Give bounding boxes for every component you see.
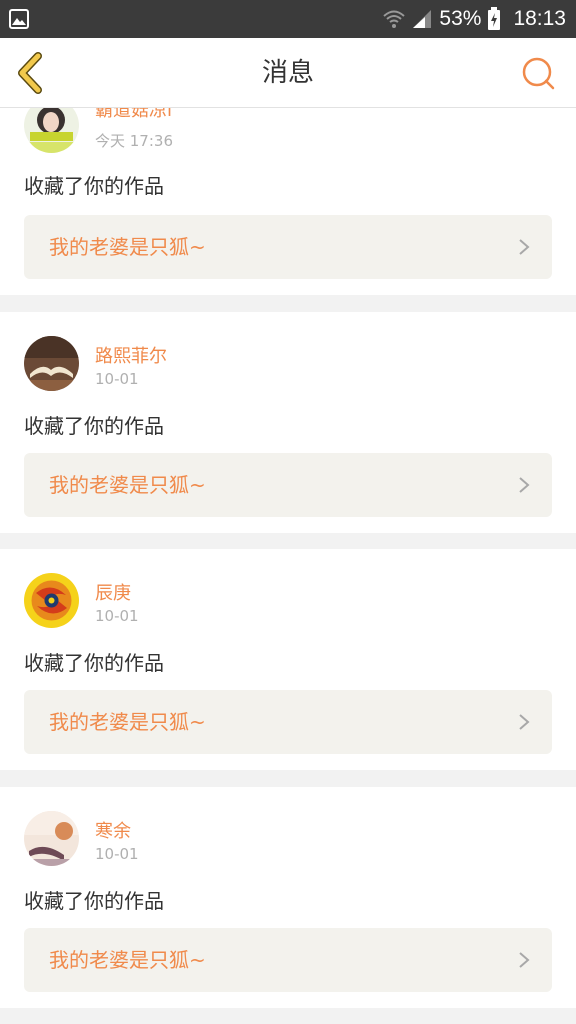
work-title: 我的老婆是只狐~ bbox=[49, 710, 206, 734]
avatar[interactable] bbox=[24, 573, 79, 628]
gallery-icon bbox=[9, 9, 29, 29]
user-name[interactable]: 路熙菲尔 bbox=[95, 342, 167, 368]
chevron-right-icon bbox=[519, 239, 530, 255]
avatar[interactable] bbox=[24, 108, 79, 153]
work-title: 我的老婆是只狐~ bbox=[49, 948, 206, 972]
work-title: 我的老婆是只狐~ bbox=[49, 473, 206, 497]
work-link[interactable]: 我的老婆是只狐~ bbox=[24, 928, 552, 992]
page-title: 消息 bbox=[261, 58, 314, 88]
message-card: 霸道菇凉i 今天 17:36 收藏了你的作品 我的老婆是只狐~ bbox=[0, 108, 576, 295]
wifi-icon bbox=[383, 10, 406, 28]
user-name[interactable]: 辰庚 bbox=[95, 579, 131, 605]
action-text: 收藏了你的作品 bbox=[24, 889, 164, 913]
chevron-right-icon bbox=[519, 952, 530, 968]
avatar[interactable] bbox=[24, 811, 79, 866]
message-time: 10-01 bbox=[95, 607, 139, 625]
message-time: 今天 17:36 bbox=[95, 132, 173, 150]
message-card: 寒余 10-01 收藏了你的作品 我的老婆是只狐~ bbox=[0, 787, 576, 1008]
battery-percent: 53% bbox=[439, 7, 482, 30]
clock: 18:13 bbox=[513, 7, 566, 30]
chevron-left-icon[interactable] bbox=[10, 48, 54, 98]
avatar[interactable] bbox=[24, 336, 79, 391]
work-link[interactable]: 我的老婆是只狐~ bbox=[24, 453, 552, 517]
chevron-right-icon bbox=[519, 714, 530, 730]
message-time: 10-01 bbox=[95, 845, 139, 863]
message-card: 辰庚 10-01 收藏了你的作品 我的老婆是只狐~ bbox=[0, 549, 576, 770]
message-card: 路熙菲尔 10-01 收藏了你的作品 我的老婆是只狐~ bbox=[0, 312, 576, 533]
chevron-right-icon bbox=[519, 477, 530, 493]
work-title: 我的老婆是只狐~ bbox=[49, 235, 206, 259]
search-icon[interactable] bbox=[520, 55, 556, 91]
action-text: 收藏了你的作品 bbox=[24, 174, 164, 198]
action-text: 收藏了你的作品 bbox=[24, 414, 164, 438]
header: 消息 bbox=[0, 38, 576, 108]
status-bar: 53% 18:13 bbox=[0, 0, 576, 38]
message-time: 10-01 bbox=[95, 370, 139, 388]
work-link[interactable]: 我的老婆是只狐~ bbox=[24, 690, 552, 754]
message-list: 霸道菇凉i 今天 17:36 收藏了你的作品 我的老婆是只狐~ 路熙菲尔 10-… bbox=[0, 108, 576, 1024]
signal-icon bbox=[413, 10, 432, 28]
user-name[interactable]: 寒余 bbox=[95, 817, 131, 843]
user-name[interactable]: 霸道菇凉i bbox=[95, 108, 172, 122]
battery-icon bbox=[488, 7, 501, 30]
work-link[interactable]: 我的老婆是只狐~ bbox=[24, 215, 552, 279]
action-text: 收藏了你的作品 bbox=[24, 651, 164, 675]
